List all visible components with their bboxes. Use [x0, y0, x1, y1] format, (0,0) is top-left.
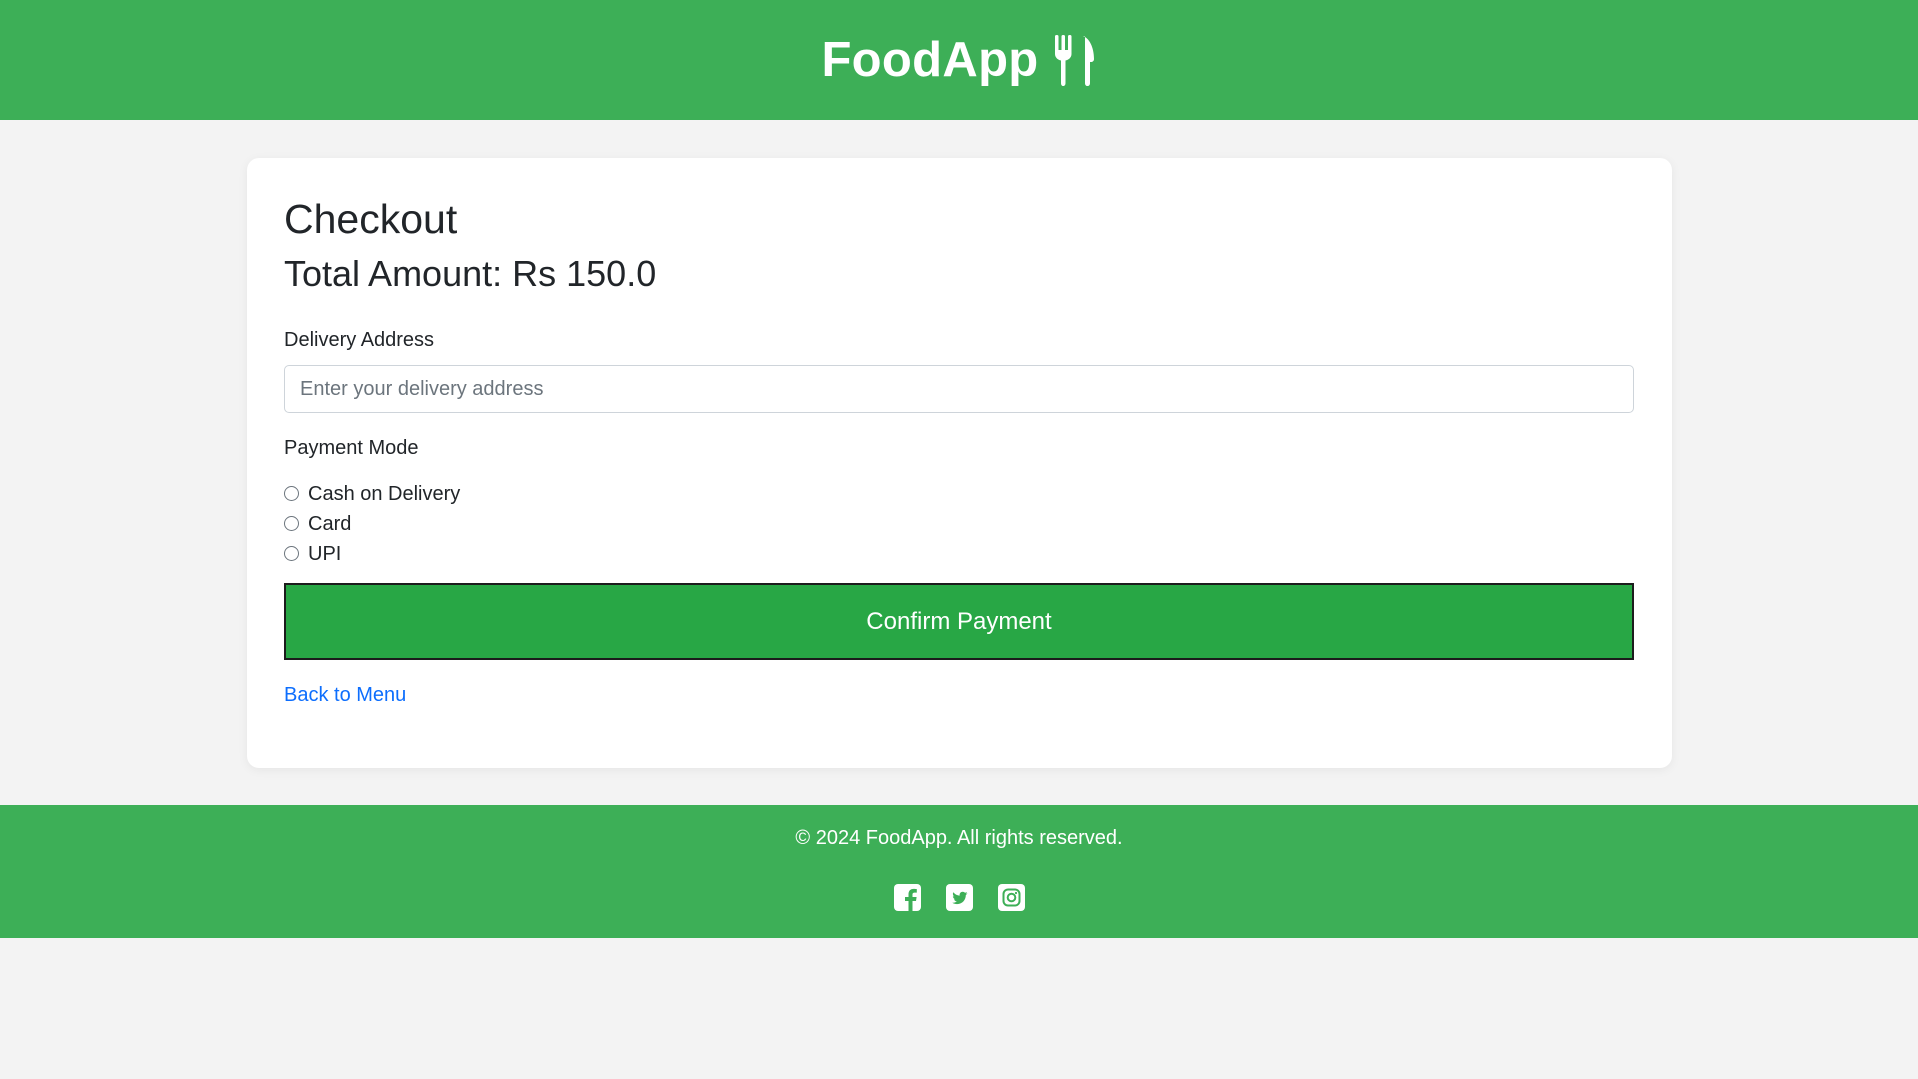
- delivery-address-input[interactable]: [284, 365, 1634, 413]
- radio-button[interactable]: [284, 515, 299, 531]
- social-links: [0, 883, 1918, 911]
- utensils-icon: [1053, 33, 1097, 87]
- payment-option-label: Card: [308, 513, 352, 535]
- copyright-text: © 2024 FoodApp. All rights reserved.: [795, 827, 1123, 849]
- payment-option-label: Cash on Delivery: [308, 483, 461, 505]
- brand-title: FoodApp: [821, 33, 1039, 87]
- payment-option-label: UPI: [308, 543, 342, 565]
- brand[interactable]: FoodApp: [821, 32, 1096, 88]
- top-header: FoodApp: [0, 0, 1918, 120]
- facebook-icon[interactable]: [893, 883, 921, 911]
- checkout-card: Checkout Total Amount: Rs 150.0 Delivery…: [247, 158, 1672, 768]
- delivery-address-label: Delivery Address: [284, 329, 435, 351]
- total-amount: Total Amount: Rs 150.0: [284, 253, 657, 294]
- payment-mode-label: Payment Mode: [284, 437, 419, 459]
- twitter-icon[interactable]: [945, 883, 973, 911]
- payment-option-card[interactable]: Card: [284, 513, 351, 536]
- instagram-icon[interactable]: [997, 883, 1025, 911]
- confirm-payment-button[interactable]: Confirm Payment: [284, 583, 1634, 660]
- radio-button[interactable]: [284, 545, 299, 561]
- footer: © 2024 FoodApp. All rights reserved.: [0, 805, 1918, 938]
- radio-button[interactable]: [284, 485, 299, 501]
- payment-option-cash[interactable]: Cash on Delivery: [284, 483, 460, 506]
- back-to-menu-link[interactable]: Back to Menu: [284, 684, 406, 707]
- payment-option-upi[interactable]: UPI: [284, 543, 341, 566]
- page-title: Checkout: [284, 196, 458, 242]
